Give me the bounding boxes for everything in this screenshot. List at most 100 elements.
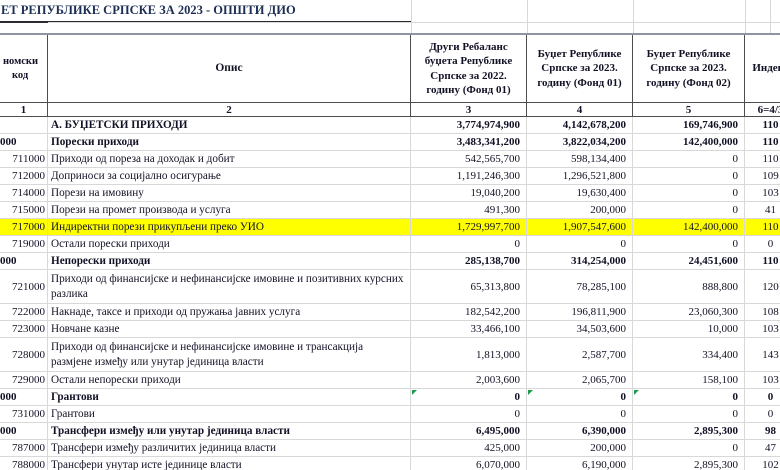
cell-economic-code[interactable]: 000	[0, 389, 48, 406]
cell-economic-code[interactable]: 722000	[0, 304, 48, 321]
cell-rebalance-2022[interactable]: 2,003,600	[411, 372, 527, 389]
cell-rebalance-2022[interactable]: 425,000	[411, 440, 527, 457]
cell-description[interactable]: Трансфери између или унутар јединица вла…	[48, 423, 411, 440]
cell-budget-2023-fund02[interactable]: 0	[633, 389, 745, 406]
header-cell-rebalance-2022[interactable]: Други Ребаланс буџета Републике Српске з…	[411, 35, 527, 103]
cell-budget-2023-fund02[interactable]: 10,000	[633, 321, 745, 338]
cell-description[interactable]: Новчане казне	[48, 321, 411, 338]
cell-budget-2023-fund01[interactable]: 0	[527, 236, 633, 253]
cell-economic-code[interactable]: 731000	[0, 406, 48, 423]
cell-budget-2023-fund02[interactable]: 169,746,900	[633, 117, 745, 134]
cell-rebalance-2022[interactable]: 0	[411, 236, 527, 253]
cell-description[interactable]: Доприноси за социјално осигурање	[48, 168, 411, 185]
cell-index[interactable]: 102	[745, 457, 780, 470]
cell-economic-code[interactable]: 000	[0, 253, 48, 270]
cell-budget-2023-fund02[interactable]: 24,451,600	[633, 253, 745, 270]
cell-rebalance-2022[interactable]: 491,300	[411, 202, 527, 219]
column-number-5[interactable]: 5	[633, 103, 745, 117]
cell-budget-2023-fund01[interactable]: 1,296,521,800	[527, 168, 633, 185]
header-cell-budget-2023-fund02[interactable]: Буџет Републике Српске за 2023. годину (…	[633, 35, 745, 103]
cell-description[interactable]: Накнаде, таксе и приходи од пружања јавн…	[48, 304, 411, 321]
cell-budget-2023-fund02[interactable]: 0	[633, 185, 745, 202]
cell-index[interactable]: 0	[745, 389, 780, 406]
cell-index[interactable]: 109	[745, 168, 780, 185]
cell-index[interactable]: 103	[745, 321, 780, 338]
cell-rebalance-2022[interactable]: 3,483,341,200	[411, 134, 527, 151]
cell-economic-code[interactable]: 717000	[0, 219, 48, 236]
cell-budget-2023-fund01[interactable]: 1,907,547,600	[527, 219, 633, 236]
column-number-3[interactable]: 3	[411, 103, 527, 117]
cell-index[interactable]: 47	[745, 440, 780, 457]
cell-index[interactable]: 98	[745, 423, 780, 440]
cell-budget-2023-fund01[interactable]: 196,811,900	[527, 304, 633, 321]
cell-budget-2023-fund01[interactable]: 200,000	[527, 440, 633, 457]
cell-economic-code[interactable]: 787000	[0, 440, 48, 457]
cell-description[interactable]: Грантови	[48, 406, 411, 423]
cell-budget-2023-fund02[interactable]: 142,400,000	[633, 219, 745, 236]
cell-rebalance-2022[interactable]: 3,774,974,900	[411, 117, 527, 134]
cell-rebalance-2022[interactable]: 182,542,200	[411, 304, 527, 321]
cell-budget-2023-fund01[interactable]: 34,503,600	[527, 321, 633, 338]
cell-budget-2023-fund02[interactable]: 0	[633, 236, 745, 253]
cell-description[interactable]: Непорески приходи	[48, 253, 411, 270]
cell-index[interactable]: 110	[745, 134, 780, 151]
cell-budget-2023-fund02[interactable]: 2,895,300	[633, 423, 745, 440]
cell-rebalance-2022[interactable]: 0	[411, 406, 527, 423]
cell-budget-2023-fund01[interactable]: 3,822,034,200	[527, 134, 633, 151]
cell-index[interactable]: 110	[745, 219, 780, 236]
cell-rebalance-2022[interactable]: 285,138,700	[411, 253, 527, 270]
cell-index[interactable]: 103	[745, 185, 780, 202]
cell-description[interactable]: Остали порески приходи	[48, 236, 411, 253]
header-cell-description[interactable]: Опис	[48, 35, 411, 103]
cell-index[interactable]: 0	[745, 236, 780, 253]
cell-budget-2023-fund02[interactable]: 888,800	[633, 270, 745, 304]
cell-budget-2023-fund02[interactable]: 23,060,300	[633, 304, 745, 321]
cell-index[interactable]: 103	[745, 372, 780, 389]
cell-budget-2023-fund01[interactable]: 4,142,678,200	[527, 117, 633, 134]
cell-budget-2023-fund02[interactable]: 334,400	[633, 338, 745, 372]
cell-description[interactable]: Грантови	[48, 389, 411, 406]
cell-economic-code[interactable]: 715000	[0, 202, 48, 219]
cell-rebalance-2022[interactable]: 19,040,200	[411, 185, 527, 202]
cell-budget-2023-fund01[interactable]: 200,000	[527, 202, 633, 219]
header-cell-index[interactable]: Индекс	[745, 35, 780, 103]
cell-budget-2023-fund01[interactable]: 2,587,700	[527, 338, 633, 372]
column-number-6[interactable]: 6=4/3	[745, 103, 780, 117]
cell-description[interactable]: Приходи од пореза на доходак и добит	[48, 151, 411, 168]
cell-description[interactable]: Порези на промет производа и услуга	[48, 202, 411, 219]
cell-description[interactable]: Остали непорески приходи	[48, 372, 411, 389]
cell-budget-2023-fund01[interactable]: 0	[527, 406, 633, 423]
cell-budget-2023-fund02[interactable]: 0	[633, 168, 745, 185]
cell-index[interactable]: 110	[745, 117, 780, 134]
cell-rebalance-2022[interactable]: 33,466,100	[411, 321, 527, 338]
cell-budget-2023-fund01[interactable]: 78,285,100	[527, 270, 633, 304]
cell-budget-2023-fund02[interactable]: 0	[633, 406, 745, 423]
cell-budget-2023-fund01[interactable]: 0	[527, 389, 633, 406]
cell-description[interactable]: Индиректни порези прикупљени преко УИО	[48, 219, 411, 236]
cell-economic-code[interactable]: 729000	[0, 372, 48, 389]
cell-rebalance-2022[interactable]: 1,813,000	[411, 338, 527, 372]
cell-economic-code[interactable]: 728000	[0, 338, 48, 372]
cell-index[interactable]: 120	[745, 270, 780, 304]
cell-budget-2023-fund01[interactable]: 6,190,000	[527, 457, 633, 470]
cell-rebalance-2022[interactable]: 542,565,700	[411, 151, 527, 168]
sheet-title-cell[interactable]: ЕТ РЕПУБЛИКЕ СРПСКЕ ЗА 2023 - ОПШТИ ДИО	[0, 0, 411, 23]
cell-economic-code[interactable]: 712000	[0, 168, 48, 185]
cell-description[interactable]: Порески приходи	[48, 134, 411, 151]
cell-rebalance-2022[interactable]: 65,313,800	[411, 270, 527, 304]
cell-economic-code[interactable]: 714000	[0, 185, 48, 202]
column-number-1[interactable]: 1	[0, 103, 48, 117]
cell-budget-2023-fund02[interactable]: 142,400,000	[633, 134, 745, 151]
cell-rebalance-2022[interactable]: 6,495,000	[411, 423, 527, 440]
cell-economic-code[interactable]: 000	[0, 134, 48, 151]
cell-budget-2023-fund01[interactable]: 2,065,700	[527, 372, 633, 389]
cell-rebalance-2022[interactable]: 1,191,246,300	[411, 168, 527, 185]
cell-description[interactable]: Порези на имовину	[48, 185, 411, 202]
cell-description[interactable]: Приходи од финансијске и нефинансијске и…	[48, 270, 411, 304]
cell-economic-code[interactable]: 788000	[0, 457, 48, 470]
cell-budget-2023-fund02[interactable]: 0	[633, 440, 745, 457]
cell-budget-2023-fund02[interactable]: 0	[633, 202, 745, 219]
cell-budget-2023-fund01[interactable]: 314,254,000	[527, 253, 633, 270]
cell-description[interactable]: А. БУЏЕТСКИ ПРИХОДИ	[48, 117, 411, 134]
cell-index[interactable]: 143	[745, 338, 780, 372]
